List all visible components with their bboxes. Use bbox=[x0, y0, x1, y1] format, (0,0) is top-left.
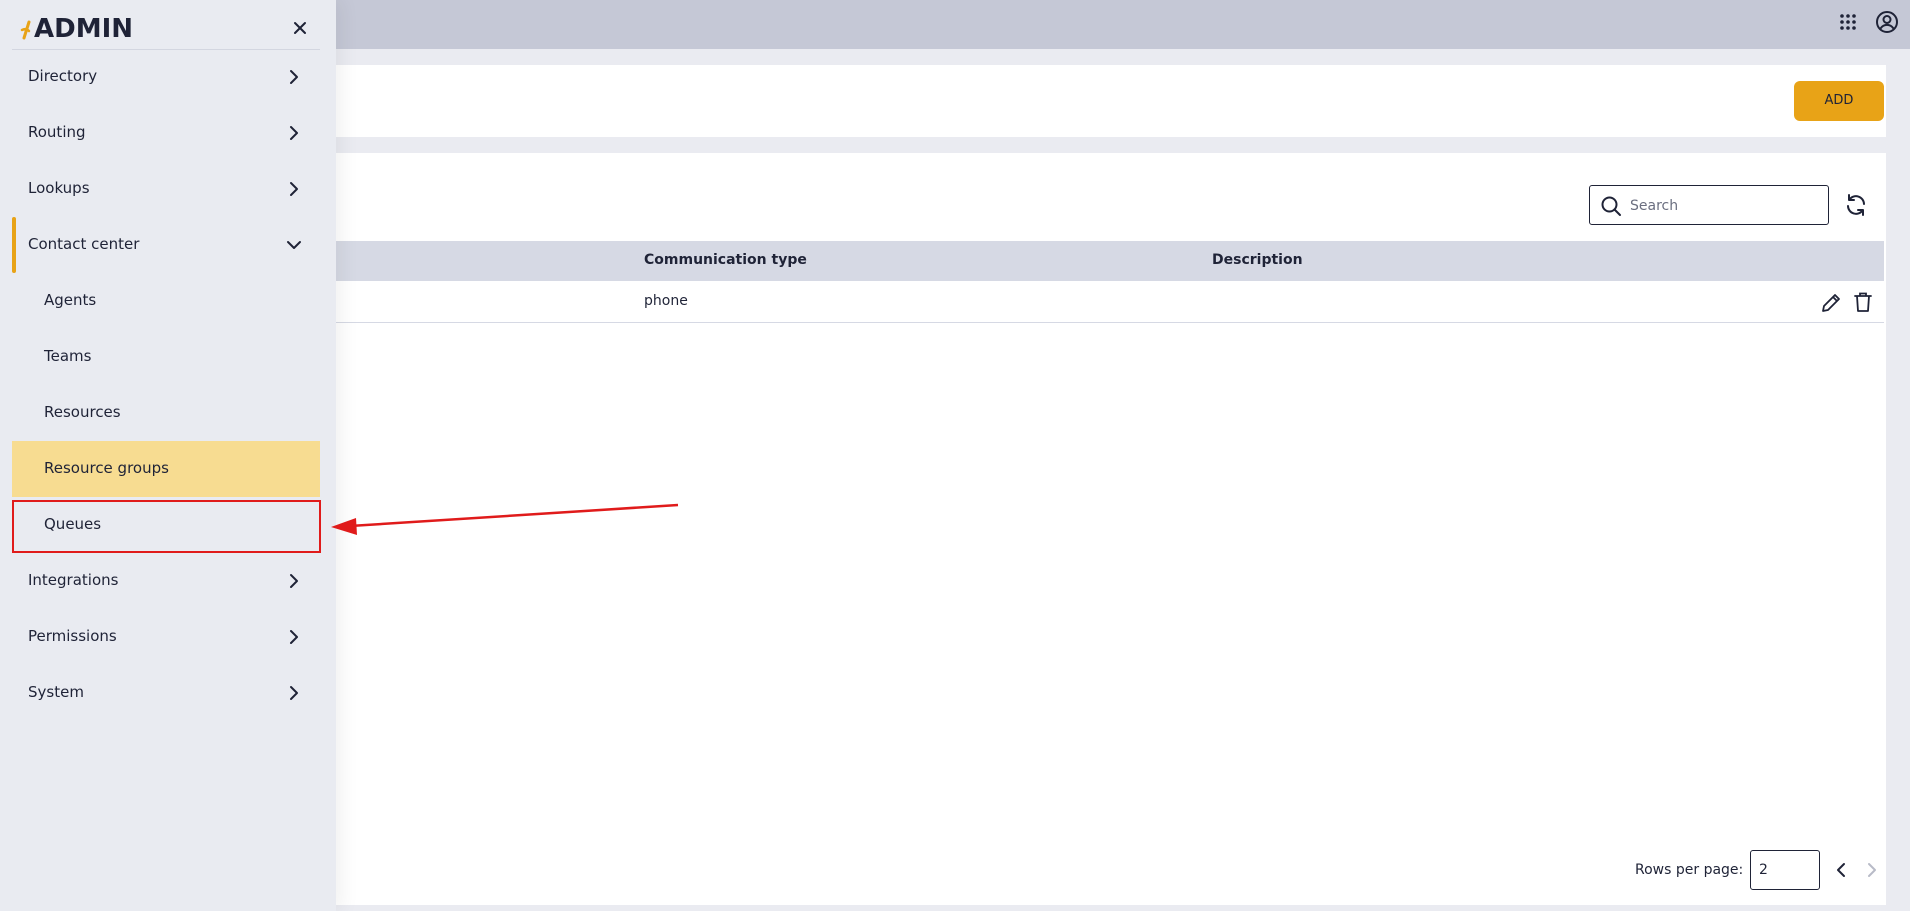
chevron-right-icon bbox=[290, 182, 298, 196]
sidebar-item-permissions[interactable]: Permissions bbox=[12, 609, 320, 665]
cell-communication-type: phone bbox=[644, 293, 688, 309]
chevron-right-icon bbox=[290, 574, 298, 588]
chevron-right-icon bbox=[290, 70, 298, 84]
sidebar-item-routing[interactable]: Routing bbox=[12, 105, 320, 161]
column-header-description[interactable]: Description bbox=[1212, 252, 1303, 268]
sidebar-item-label: Permissions bbox=[28, 627, 117, 645]
sidebar-item-lookups[interactable]: Lookups bbox=[12, 161, 320, 217]
sidebar-item-contact-center[interactable]: Contact center bbox=[12, 217, 320, 273]
close-icon[interactable] bbox=[290, 18, 310, 38]
chevron-left-icon[interactable] bbox=[1832, 860, 1850, 880]
sidebar-item-teams[interactable]: Teams bbox=[12, 329, 320, 385]
brand-name: ADMIN bbox=[34, 14, 134, 44]
column-header-communication-type[interactable]: Communication type bbox=[644, 252, 807, 268]
refresh-icon[interactable] bbox=[1844, 193, 1868, 217]
table-header bbox=[324, 241, 1884, 281]
chevron-right-icon[interactable] bbox=[1863, 860, 1881, 880]
sidebar-item-queues[interactable]: Queues bbox=[12, 497, 320, 553]
add-button[interactable]: ADD bbox=[1794, 81, 1884, 121]
sidebar-item-label: Queues bbox=[44, 515, 102, 533]
sidebar-item-label: Lookups bbox=[28, 179, 90, 197]
chevron-right-icon bbox=[290, 630, 298, 644]
rows-per-page-input[interactable] bbox=[1750, 850, 1820, 890]
edit-icon[interactable] bbox=[1820, 292, 1842, 314]
sidebar-item-label: Contact center bbox=[28, 235, 140, 253]
logo-mark-icon bbox=[20, 20, 31, 40]
active-section-indicator bbox=[12, 217, 16, 273]
sidebar-item-label: Routing bbox=[28, 123, 86, 141]
sidebar-item-label: Resource groups bbox=[44, 459, 169, 477]
table-row[interactable] bbox=[324, 282, 1884, 323]
chevron-right-icon bbox=[290, 126, 298, 140]
chevron-down-icon bbox=[287, 241, 301, 249]
page-header-card bbox=[324, 65, 1886, 137]
navigation-drawer: ADMIN Directory Routing Lookups Contact … bbox=[0, 0, 336, 911]
delete-icon[interactable] bbox=[1853, 291, 1873, 313]
sidebar-item-resource-groups[interactable]: Resource groups bbox=[12, 441, 320, 497]
rows-per-page-label: Rows per page: bbox=[1635, 862, 1744, 878]
account-circle-icon[interactable] bbox=[1875, 10, 1899, 34]
brand-logo: ADMIN bbox=[20, 14, 133, 44]
sidebar-item-label: System bbox=[28, 683, 84, 701]
sidebar-item-system[interactable]: System bbox=[12, 665, 320, 721]
sidebar-item-label: Resources bbox=[44, 403, 121, 421]
sidebar-item-label: Teams bbox=[44, 347, 92, 365]
sidebar-item-agents[interactable]: Agents bbox=[12, 273, 320, 329]
search-input[interactable] bbox=[1630, 194, 1820, 218]
sidebar-item-label: Directory bbox=[28, 67, 98, 85]
search-field[interactable] bbox=[1589, 185, 1829, 225]
sidebar-item-directory[interactable]: Directory bbox=[12, 49, 320, 105]
sidebar-item-label: Integrations bbox=[28, 571, 119, 589]
sidebar-item-resources[interactable]: Resources bbox=[12, 385, 320, 441]
sidebar-item-integrations[interactable]: Integrations bbox=[12, 553, 320, 609]
sidebar-item-label: Agents bbox=[44, 291, 97, 309]
chevron-right-icon bbox=[290, 686, 298, 700]
grid-apps-icon[interactable] bbox=[1838, 12, 1858, 32]
search-icon bbox=[1601, 196, 1621, 216]
